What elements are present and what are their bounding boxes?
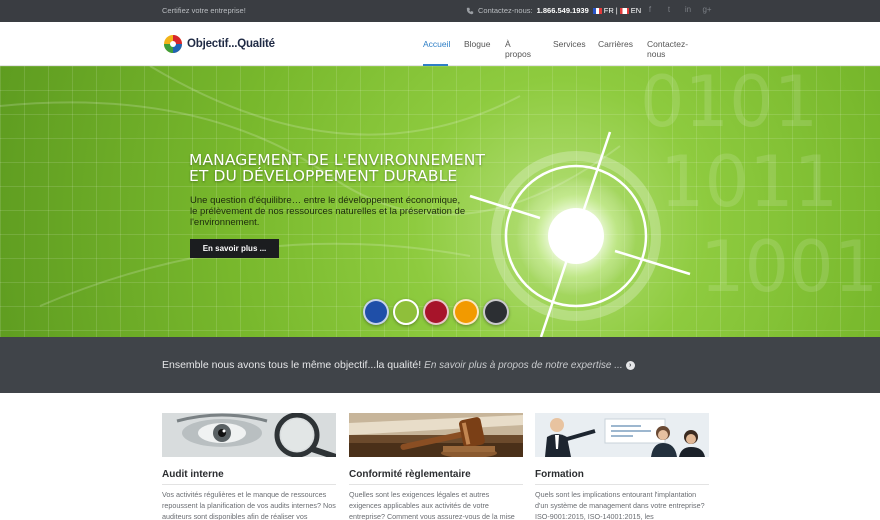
column-title[interactable]: Conformité règlementaire — [349, 469, 471, 480]
training-people-illustration — [535, 413, 709, 457]
nav-accueil[interactable]: Accueil — [423, 39, 450, 49]
strip-text: Ensemble nous avons tous le même objecti… — [162, 359, 422, 371]
canada-flag-icon[interactable] — [619, 7, 629, 14]
nav-blogue[interactable]: Blogue — [464, 39, 490, 49]
hero-description: Une question d'équilibre… entre le dével… — [190, 195, 466, 228]
logo-text: Objectif...Qualité — [187, 38, 275, 50]
column-divider — [535, 484, 709, 485]
gavel-illustration — [349, 413, 523, 457]
slider-dot-1[interactable] — [363, 299, 389, 325]
slider-dot-2[interactable] — [393, 299, 419, 325]
column-title[interactable]: Audit interne — [162, 469, 224, 480]
social-links: f t in g+ — [645, 5, 712, 15]
site-header: Objectif...Qualité Accueil Blogue À prop… — [0, 22, 880, 66]
hero-title: MANAGEMENT DE L'ENVIRONNEMENT ET DU DÉVE… — [189, 152, 485, 184]
phone-icon — [466, 7, 474, 14]
service-column-conformite: Conformité règlementaire Quelles sont le… — [349, 413, 523, 520]
service-column-formation: Formation Quels sont les implications en… — [535, 413, 709, 520]
audit-image[interactable] — [162, 413, 336, 457]
conformite-image[interactable] — [349, 413, 523, 457]
googleplus-icon[interactable]: g+ — [702, 5, 712, 15]
column-text: Vos activités régulières et le manque de… — [162, 490, 336, 520]
eye-magnifier-illustration — [162, 413, 336, 457]
nav-a-propos[interactable]: À propos — [505, 39, 531, 59]
france-flag-icon[interactable] — [592, 7, 602, 14]
twitter-icon[interactable]: t — [664, 5, 674, 15]
column-title[interactable]: Formation — [535, 469, 584, 480]
slider-dots — [363, 299, 509, 325]
lang-separator: | — [615, 6, 618, 15]
nav-services[interactable]: Services — [553, 39, 586, 49]
contact-info: Contactez-nous: 1.866.549.1939 FR | EN — [466, 6, 641, 15]
site-logo[interactable]: Objectif...Qualité — [162, 34, 275, 54]
facebook-icon[interactable]: f — [645, 5, 655, 15]
column-text: Quels sont les implications entourant l'… — [535, 490, 705, 520]
slider-dot-4[interactable] — [453, 299, 479, 325]
column-divider — [162, 484, 336, 485]
column-divider — [349, 484, 523, 485]
contact-label: Contactez-nous: — [478, 6, 533, 15]
slider-dot-5[interactable] — [483, 299, 509, 325]
tagline-strip: Ensemble nous avons tous le même objecti… — [0, 337, 880, 393]
svg-text:1001: 1001 — [700, 226, 878, 308]
language-switcher: FR | EN — [592, 6, 641, 15]
arrow-right-icon[interactable]: › — [625, 360, 635, 370]
column-text: Quelles sont les exigences légales et au… — [349, 490, 515, 520]
slider-dot-3[interactable] — [423, 299, 449, 325]
svg-text:1011: 1011 — [660, 141, 838, 223]
logo-mark-icon — [164, 35, 182, 53]
lang-fr-link[interactable]: FR — [604, 6, 614, 15]
top-bar: Certifiez votre entreprise! Contactez-no… — [0, 0, 880, 22]
hero-slider: 0101 1011 1001 MANAGEMENT DE L'ENVIRONNE… — [0, 66, 880, 337]
strip-content: Ensemble nous avons tous le même objecti… — [162, 359, 635, 371]
hero-title-line-2: ET DU DÉVELOPPEMENT DURABLE — [189, 167, 458, 185]
hero-title-line-1: MANAGEMENT DE L'ENVIRONNEMENT — [189, 151, 486, 169]
service-column-audit: Audit interne Vos activités régulières e… — [162, 413, 336, 520]
nav-carrieres[interactable]: Carrières — [598, 39, 633, 49]
tagline: Certifiez votre entreprise! — [162, 6, 246, 15]
phone-number[interactable]: 1.866.549.1939 — [537, 6, 589, 15]
strip-link[interactable]: En savoir plus à propos de notre experti… — [424, 360, 622, 371]
nav-contact[interactable]: Contactez-nous — [647, 39, 688, 59]
svg-text:0101: 0101 — [640, 66, 818, 143]
hero-cta-button[interactable]: En savoir plus ... — [190, 239, 279, 258]
linkedin-icon[interactable]: in — [683, 5, 693, 15]
formation-image[interactable] — [535, 413, 709, 457]
lang-en-link[interactable]: EN — [631, 6, 641, 15]
